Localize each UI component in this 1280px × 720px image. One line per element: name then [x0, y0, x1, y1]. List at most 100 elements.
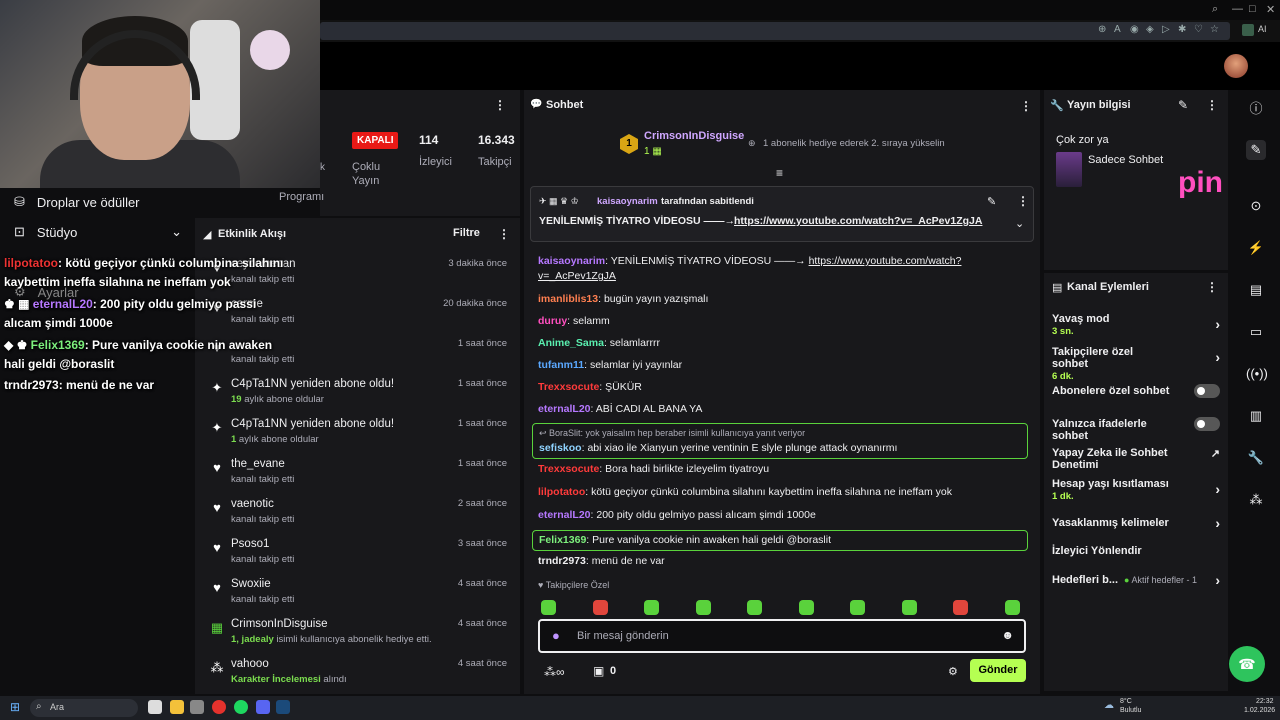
emote-icon[interactable]	[953, 600, 968, 615]
chat-username[interactable]: duruy	[538, 315, 567, 327]
chevron-right-icon[interactable]: ›	[1215, 481, 1220, 497]
chat-message[interactable]: lilpotatoo: kötü geçiyor çünkü columbina…	[538, 485, 952, 500]
opera-icon[interactable]	[212, 700, 226, 714]
channel-action-item[interactable]: Abonelere özel sohbet	[1052, 384, 1220, 398]
chat-message[interactable]: Felix1369: Pure vanilya cookie nin awake…	[532, 530, 1028, 551]
bits-icon[interactable]: ⁂∞	[544, 665, 565, 679]
chat-username[interactable]: eternalL20	[538, 509, 591, 521]
chevron-right-icon[interactable]: ›	[1215, 349, 1220, 365]
edit-icon[interactable]: ✎	[1178, 98, 1188, 112]
emote-icon[interactable]	[644, 600, 659, 615]
chat-username[interactable]: lilpotatoo	[538, 486, 585, 498]
chat-message[interactable]: Trexxsocute: ŞÜKÜR	[538, 380, 642, 395]
chat-message[interactable]: imanliblis13: bugün yayın yazışmalı	[538, 292, 708, 307]
chat-message[interactable]: duruy: selamm	[538, 314, 610, 329]
activity-row[interactable]: ♥ the_evane kanalı takip etti 1 saat önce	[209, 458, 509, 496]
toggle-switch[interactable]	[1194, 384, 1220, 398]
channel-action-item[interactable]: Hedefleri b... ● Aktif hedefler - 1 ›	[1052, 572, 1220, 588]
lightning-icon[interactable]: ⚡	[1246, 238, 1266, 258]
chat-message[interactable]: ↩ BoraSlit: yok yaisalım hep beraber isi…	[532, 423, 1028, 459]
activity-row[interactable]: ✦ C4pTa1NN yeniden abone oldu! 1 aylık abo…	[209, 418, 509, 456]
chat-username[interactable]: Anime_Sama	[538, 337, 604, 349]
bits-icon[interactable]: ⁂	[1246, 490, 1266, 510]
filter-button[interactable]: Filtre	[453, 227, 480, 239]
unpin-icon[interactable]: ✎	[987, 195, 996, 208]
channel-action-item[interactable]: Yasaklanmış kelimeler ›	[1052, 515, 1220, 531]
emote-icon[interactable]	[901, 600, 917, 615]
actions-menu-icon[interactable]: ⋮	[1206, 280, 1218, 294]
toggle-switch[interactable]	[1194, 417, 1220, 431]
chat-message[interactable]: kaisaoynarim: YENİLENMİŞ TİYATRO VİDEOSU…	[538, 254, 961, 284]
zoom-icon[interactable]: ⊕	[1098, 24, 1106, 35]
pinned-link[interactable]: https://www.youtube.com/watch?v=_AcPev1Z…	[734, 215, 982, 227]
chat-message[interactable]: Trexxsocute: Bora hadi birlikte izleyeli…	[538, 462, 769, 477]
channel-action-item[interactable]: Yapay Zeka ile Sohbet Denetimi ↗	[1052, 447, 1220, 471]
multistream-label[interactable]: Çoklu Yayın	[352, 160, 380, 188]
activity-row[interactable]: ♥ vaenotic kanalı takip etti 2 saat önce	[209, 498, 509, 536]
emote-icon[interactable]	[541, 600, 556, 615]
emote-icon[interactable]	[747, 600, 762, 615]
activity-row[interactable]: ⁂ vahooo Karakter İncelemesi alındı 4 saat …	[209, 658, 509, 696]
chat-input[interactable]: ● Bir mesaj gönderin ☻	[538, 619, 1026, 653]
layout-icon[interactable]: ▥	[1246, 406, 1266, 426]
activity-row[interactable]: ♥ Psoso1 kanalı takip etti 3 saat önce	[209, 538, 509, 576]
emote-icon[interactable]	[592, 600, 608, 615]
category-thumbnail[interactable]	[1056, 152, 1082, 187]
channel-action-item[interactable]: Hesap yaşı kısıtlaması 1 dk. ›	[1052, 478, 1220, 502]
info-icon[interactable]: ⓘ	[1246, 99, 1266, 119]
chat-username[interactable]: sefiskoo	[539, 442, 582, 454]
read-icon[interactable]: A	[1114, 24, 1121, 35]
activity-row[interactable]: ♥ Swoxiie kanalı takip etti 4 saat önce	[209, 578, 509, 616]
emote-icon[interactable]	[798, 600, 814, 615]
chat-username[interactable]: kaisaoynarim	[538, 255, 605, 267]
target-icon[interactable]: ⊙	[1246, 196, 1266, 216]
pinned-menu-icon[interactable]: ⋮	[1017, 194, 1029, 208]
chat-message[interactable]: tufanm11: selamlar iyi yayınlar	[538, 358, 682, 373]
broadcast-icon[interactable]: ((•))	[1246, 364, 1268, 384]
chat-message[interactable]: Anime_Sama: selamlarrrr	[538, 336, 660, 351]
emote-icon[interactable]	[695, 600, 711, 615]
chat-message[interactable]: eternalL20: ABİ CADI AL BANA YA	[538, 402, 702, 417]
chat-username[interactable]: Trexxsocute	[538, 381, 599, 393]
star-icon[interactable]: ☆	[1210, 24, 1219, 35]
channel-action-item[interactable]: Takipçilere özel sohbet 6 dk. ›	[1052, 346, 1220, 382]
chat-username[interactable]: Felix1369	[539, 534, 586, 546]
chevron-right-icon[interactable]: ›	[1215, 572, 1220, 588]
chevron-down-icon[interactable]: ⌄	[1015, 217, 1024, 230]
camera-icon[interactable]: ◉	[1130, 24, 1139, 35]
microphone-icon[interactable]: ●	[552, 628, 560, 643]
drops-menu-item[interactable]: ⛁ Droplar ve ödüller	[14, 194, 140, 210]
spotify-icon[interactable]	[234, 700, 248, 714]
chat-username[interactable]: tufanm11	[538, 359, 584, 371]
chat-menu-icon[interactable]: ⋮	[1020, 99, 1032, 113]
maximize-icon[interactable]: □	[1249, 3, 1256, 15]
store-icon[interactable]: ▣	[593, 664, 604, 678]
collapse-icon[interactable]: ≡	[776, 166, 783, 180]
activity-row[interactable]: ▦ CrimsonInDisguise 1, jadealy isimli kull…	[209, 618, 509, 656]
channel-action-item[interactable]: İzleyici Yönlendir	[1052, 545, 1220, 557]
explorer-icon[interactable]	[170, 700, 184, 714]
chevron-right-icon[interactable]: ›	[1215, 316, 1220, 332]
chat-username[interactable]: Trexxsocute	[538, 463, 599, 475]
taskbar-search[interactable]: ⌕ Ara	[30, 699, 138, 717]
chevron-right-icon[interactable]: ›	[1215, 515, 1220, 531]
chat-username[interactable]: imanliblis13	[538, 293, 598, 305]
profile-icon[interactable]	[1242, 24, 1254, 36]
windows-start-icon[interactable]: ⊞	[10, 700, 20, 714]
steam-icon[interactable]	[276, 700, 290, 714]
info-menu-icon[interactable]: ⋮	[1206, 98, 1218, 112]
chat-username[interactable]: eternalL20	[538, 403, 591, 415]
gear-icon[interactable]: ⚙	[948, 665, 958, 678]
emote-icon[interactable]	[1004, 600, 1020, 615]
chat-icon[interactable]: ▭	[1246, 322, 1266, 342]
chat-message[interactable]: trndr2973: menü de ne var	[538, 554, 665, 569]
chat-link[interactable]: v=_AcPev1ZgJA	[538, 270, 616, 282]
play-icon[interactable]: ▷	[1162, 24, 1170, 35]
task-view-icon[interactable]	[148, 700, 162, 714]
chat-message[interactable]: eternalL20: 200 pity oldu gelmiyo passi …	[538, 508, 816, 523]
wrench-icon[interactable]: 🔧	[1246, 448, 1266, 468]
puzzle-icon[interactable]: ✱	[1178, 24, 1186, 35]
hype-user[interactable]: CrimsonInDisguise	[644, 130, 744, 142]
studio-menu-item[interactable]: ⊡ Stüdyo ⌄	[14, 224, 182, 240]
chat-username[interactable]: trndr2973	[538, 555, 586, 567]
